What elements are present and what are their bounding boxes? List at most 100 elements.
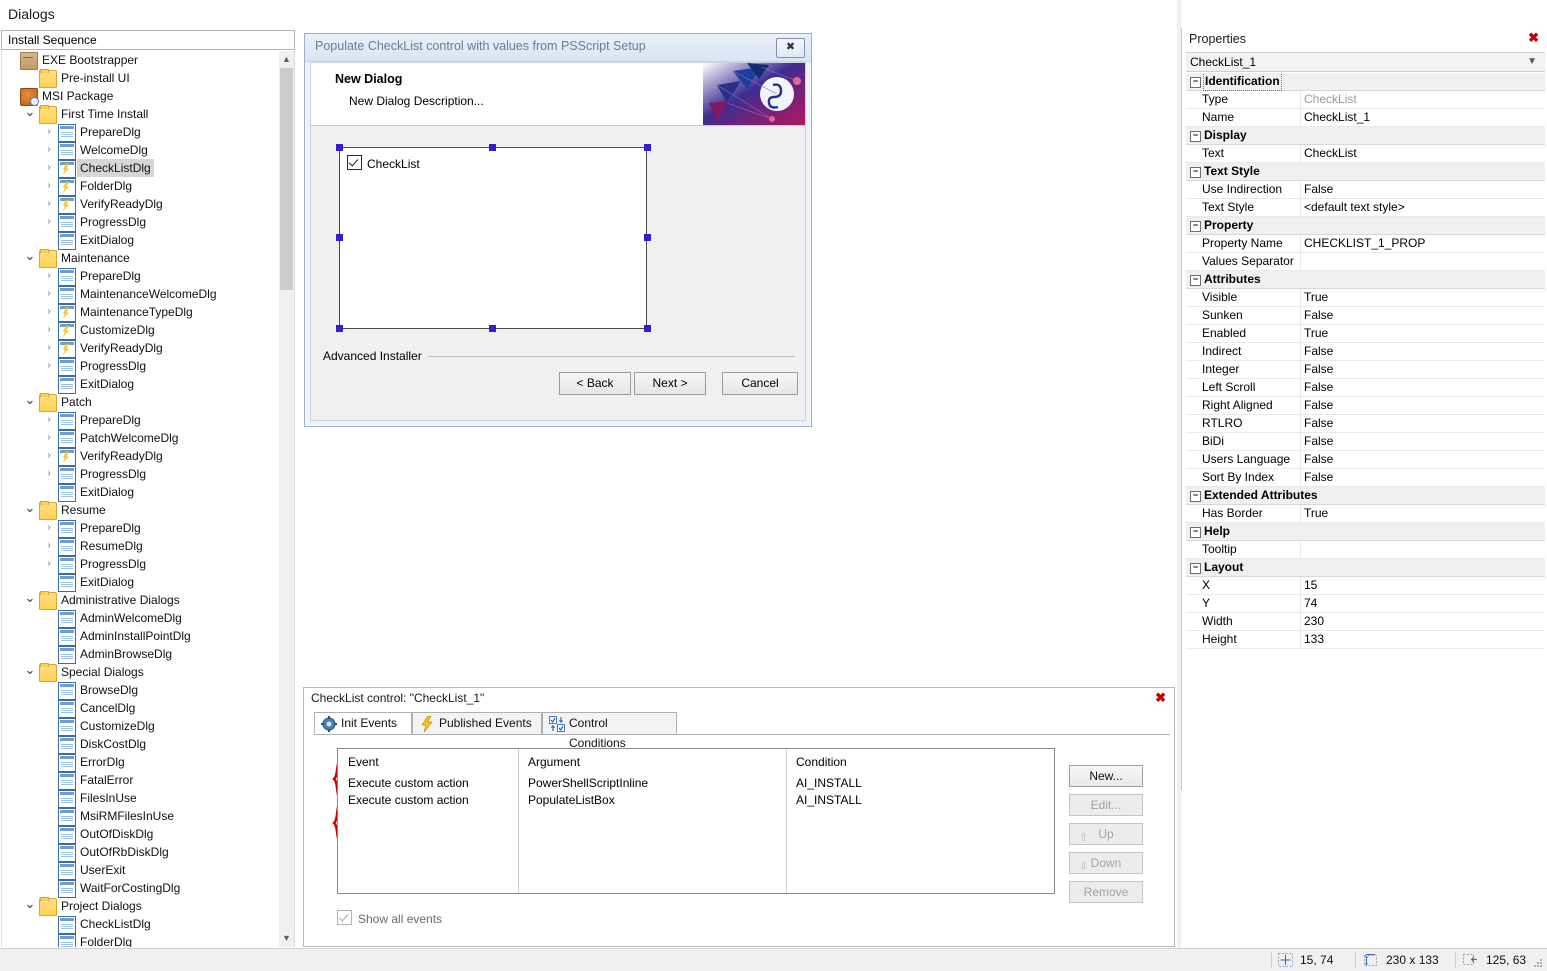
tree-item-pre-install-ui[interactable]: Pre-install UI: [2, 69, 280, 88]
tree-item-browsedlg[interactable]: BrowseDlg: [2, 681, 280, 700]
chevron-right-icon[interactable]: ›: [42, 177, 56, 195]
tree-item-patchwelcomedlg[interactable]: › PatchWelcomeDlg: [2, 429, 280, 448]
chevron-right-icon[interactable]: ›: [42, 195, 56, 213]
property-value[interactable]: False: [1304, 379, 1541, 396]
scrollbar-thumb[interactable]: [280, 68, 293, 290]
chevron-right-icon[interactable]: ›: [42, 339, 56, 357]
dialog-close-button[interactable]: ✖: [776, 38, 805, 58]
tree-item-customizedlg[interactable]: CustomizeDlg: [2, 717, 280, 736]
collapse-icon[interactable]: −: [1190, 131, 1201, 142]
table-row[interactable]: PowerShellScriptInline: [528, 776, 648, 790]
property-row-enabled[interactable]: Enabled True: [1186, 325, 1545, 343]
tree-item-exe-bootstrapper[interactable]: EXE Bootstrapper: [2, 51, 280, 70]
chevron-right-icon[interactable]: ›: [42, 555, 56, 573]
property-value[interactable]: 74: [1304, 595, 1541, 612]
chevron-right-icon[interactable]: ›: [42, 285, 56, 303]
tree-item-adminbrowsedlg[interactable]: AdminBrowseDlg: [2, 645, 280, 664]
chevron-right-icon[interactable]: ›: [42, 321, 56, 339]
chevron-down-icon[interactable]: ⌄: [23, 663, 37, 681]
property-group-layout[interactable]: − Layout: [1186, 559, 1545, 577]
tree-item-verifyreadydlg[interactable]: › VerifyReadyDlg: [2, 447, 280, 466]
property-row-sunken[interactable]: Sunken False: [1186, 307, 1545, 325]
property-value[interactable]: CheckList_1: [1304, 109, 1541, 126]
property-row-visible[interactable]: Visible True: [1186, 289, 1545, 307]
property-value[interactable]: False: [1304, 361, 1541, 378]
checklist-control[interactable]: CheckList: [339, 147, 647, 329]
chevron-right-icon[interactable]: ›: [42, 519, 56, 537]
chevron-right-icon[interactable]: ›: [42, 411, 56, 429]
tree-item-outofrbdiskdlg[interactable]: OutOfRbDiskDlg: [2, 843, 280, 862]
tree-item-filesinuse[interactable]: FilesInUse: [2, 789, 280, 808]
property-value[interactable]: False: [1304, 433, 1541, 450]
tree-item-welcomedlg[interactable]: › WelcomeDlg: [2, 141, 280, 160]
property-value[interactable]: False: [1304, 181, 1541, 198]
properties-close-button[interactable]: ✖: [1528, 30, 1539, 46]
property-row-users-language[interactable]: Users Language False: [1186, 451, 1545, 469]
tree-item-msirmfilesinuse[interactable]: MsiRMFilesInUse: [2, 807, 280, 826]
checkbox-icon[interactable]: [347, 155, 362, 170]
next-button[interactable]: Next >: [634, 372, 706, 395]
tree-item-resume[interactable]: ⌄ Resume: [2, 501, 280, 520]
chevron-down-icon[interactable]: ⌄: [23, 897, 37, 915]
property-row-tooltip[interactable]: Tooltip: [1186, 541, 1545, 559]
events-panel-close-button[interactable]: ✖: [1155, 690, 1166, 706]
property-value[interactable]: False: [1304, 469, 1541, 486]
chevron-right-icon[interactable]: ›: [42, 159, 56, 177]
chevron-down-icon[interactable]: ⌄: [23, 249, 37, 267]
property-group-extended-attributes[interactable]: − Extended Attributes: [1186, 487, 1545, 505]
tree-item-exitdialog[interactable]: ExitDialog: [2, 375, 280, 394]
back-button[interactable]: < Back: [559, 372, 631, 395]
property-value[interactable]: 133: [1304, 631, 1541, 648]
tree-item-preparedlg[interactable]: › PrepareDlg: [2, 519, 280, 538]
resize-handle-bottom-right[interactable]: [644, 325, 651, 332]
table-row[interactable]: Execute custom action: [348, 776, 469, 790]
tree-item-folderdlg[interactable]: FolderDlg: [2, 933, 280, 947]
collapse-icon[interactable]: −: [1190, 491, 1201, 502]
tree-item-progressdlg[interactable]: › ProgressDlg: [2, 213, 280, 232]
property-row-has-border[interactable]: Has Border True: [1186, 505, 1545, 523]
chevron-down-icon[interactable]: ▼: [1527, 56, 1537, 67]
table-row[interactable]: AI_INSTALL: [796, 793, 862, 807]
tab-init-events[interactable]: Init Events: [314, 712, 412, 734]
property-row-sort-by-index[interactable]: Sort By Index False: [1186, 469, 1545, 487]
chevron-right-icon[interactable]: ›: [42, 123, 56, 141]
tree-item-preparedlg[interactable]: › PrepareDlg: [2, 123, 280, 142]
chevron-right-icon[interactable]: ›: [42, 303, 56, 321]
collapse-icon[interactable]: −: [1190, 167, 1201, 178]
tree-item-resumedlg[interactable]: › ResumeDlg: [2, 537, 280, 556]
resize-handle-top-center[interactable]: [489, 144, 496, 151]
scroll-down-icon[interactable]: ▼: [279, 930, 294, 947]
property-value[interactable]: True: [1304, 505, 1541, 522]
property-group-attributes[interactable]: − Attributes: [1186, 271, 1545, 289]
property-row-indirect[interactable]: Indirect False: [1186, 343, 1545, 361]
dialogs-tree[interactable]: EXE Bootstrapper Pre-install UI MSI Packag…: [1, 51, 295, 947]
chevron-right-icon[interactable]: ›: [42, 213, 56, 231]
checklist-first-item[interactable]: CheckList: [347, 155, 420, 171]
chevron-right-icon[interactable]: ›: [42, 357, 56, 375]
tree-item-exitdialog[interactable]: ExitDialog: [2, 231, 280, 250]
property-group-help[interactable]: − Help: [1186, 523, 1545, 541]
property-row-use-indirection[interactable]: Use Indirection False: [1186, 181, 1545, 199]
tree-item-userexit[interactable]: UserExit: [2, 861, 280, 880]
tree-item-maintenancetypedlg[interactable]: › MaintenanceTypeDlg: [2, 303, 280, 322]
tree-item-maintenance[interactable]: ⌄ Maintenance: [2, 249, 280, 268]
property-value[interactable]: False: [1304, 397, 1541, 414]
table-row[interactable]: AI_INSTALL: [796, 776, 862, 790]
property-row-text-style[interactable]: Text Style <default text style>: [1186, 199, 1545, 217]
tree-item-exitdialog[interactable]: ExitDialog: [2, 573, 280, 592]
tree-item-progressdlg[interactable]: › ProgressDlg: [2, 555, 280, 574]
chevron-right-icon[interactable]: ›: [42, 447, 56, 465]
cancel-button[interactable]: Cancel: [722, 372, 798, 395]
tree-item-outofdiskdlg[interactable]: OutOfDiskDlg: [2, 825, 280, 844]
tree-item-administrative-dialogs[interactable]: ⌄ Administrative Dialogs: [2, 591, 280, 610]
collapse-icon[interactable]: −: [1190, 221, 1201, 232]
property-value[interactable]: False: [1304, 415, 1541, 432]
tree-item-verifyreadydlg[interactable]: › VerifyReadyDlg: [2, 339, 280, 358]
property-row-width[interactable]: Width 230: [1186, 613, 1545, 631]
tree-item-progressdlg[interactable]: › ProgressDlg: [2, 465, 280, 484]
tree-item-admininstallpointdlg[interactable]: AdminInstallPointDlg: [2, 627, 280, 646]
tree-scrollbar[interactable]: ▲ ▼: [279, 51, 294, 947]
property-value[interactable]: CheckList: [1304, 91, 1541, 108]
property-value[interactable]: CHECKLIST_1_PROP: [1304, 235, 1541, 252]
chevron-right-icon[interactable]: ›: [42, 465, 56, 483]
